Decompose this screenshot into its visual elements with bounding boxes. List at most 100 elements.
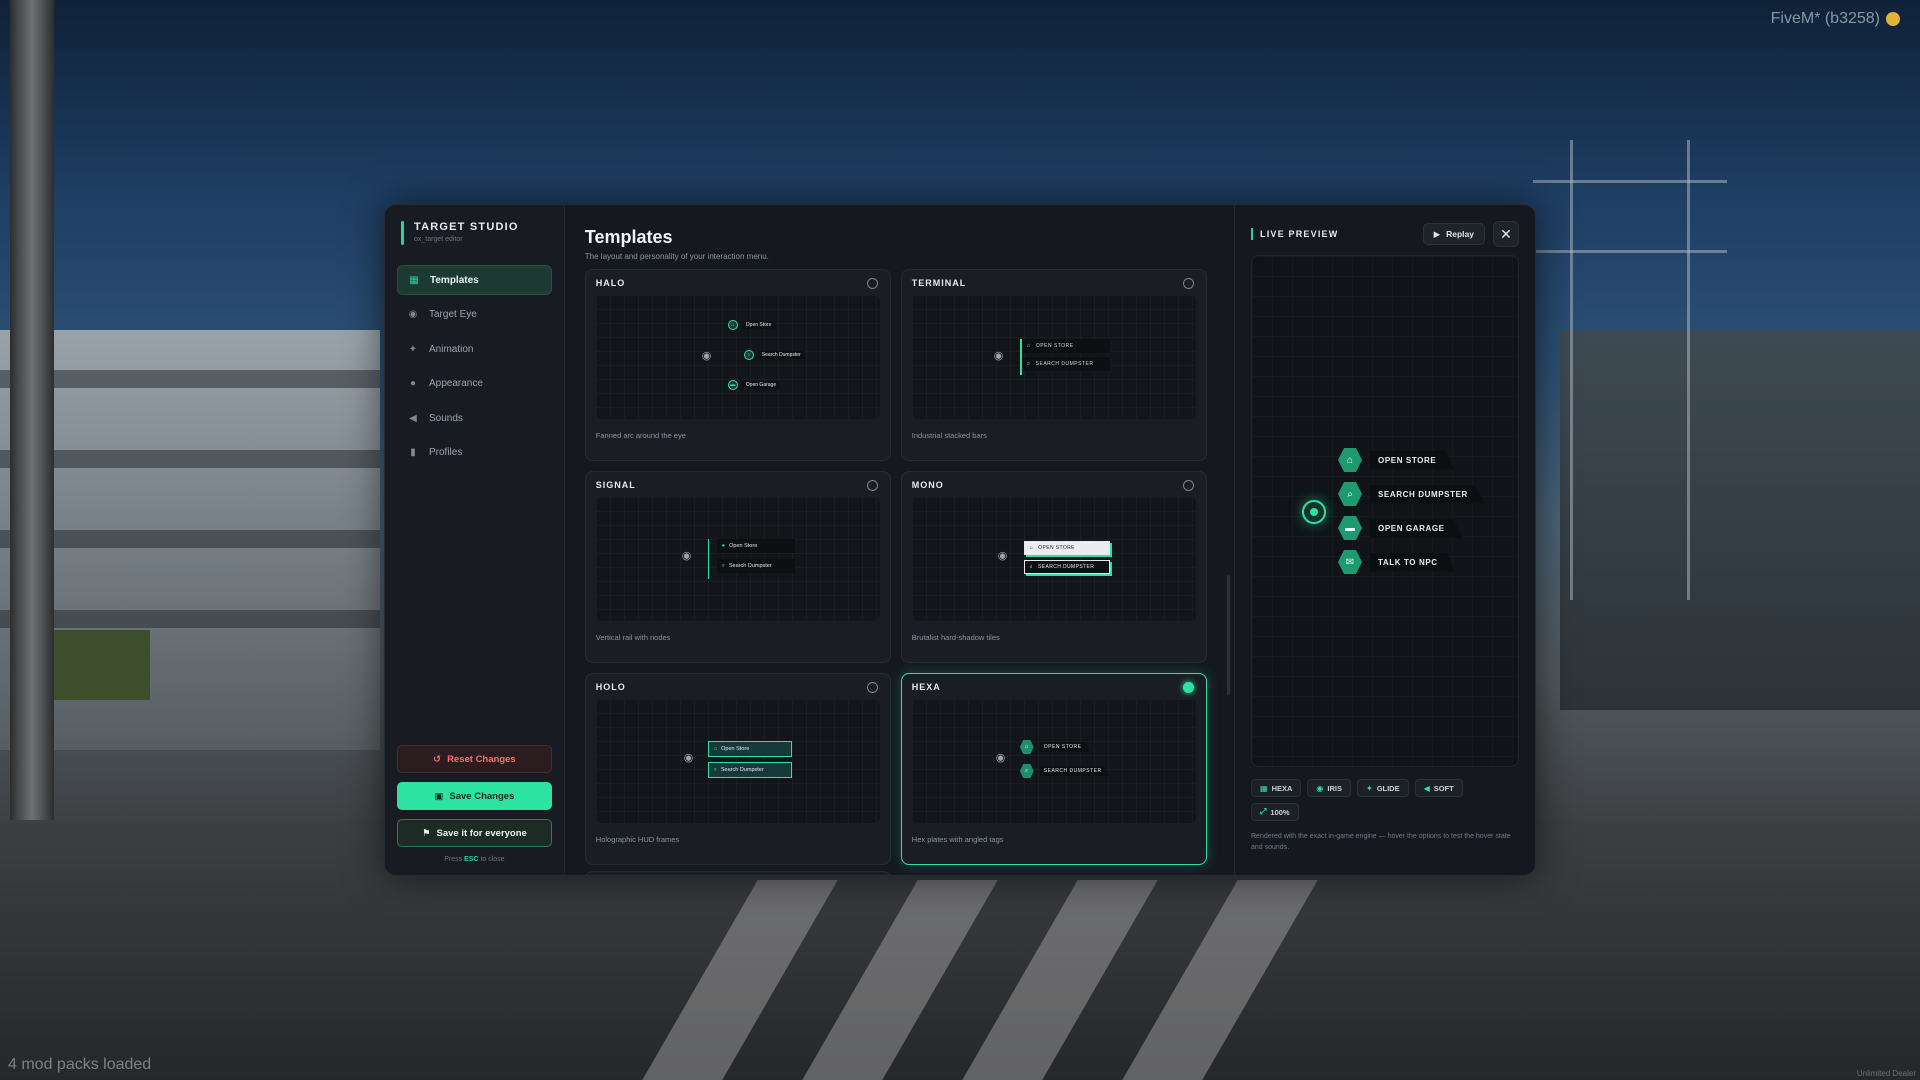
preview-note: Rendered with the exact in-game engine —… [1251,833,1511,852]
template-radio[interactable] [1182,480,1194,491]
grid-icon: ▦ [1260,783,1268,793]
sidebar-item-label: Sounds [429,412,463,424]
palette-icon: ● [409,378,417,389]
preview-stage: ⌂ OPEN STORE ⌕ SEARCH DUMPSTER ▬ OPEN GA… [1251,255,1519,767]
card-name: HALO [595,278,626,288]
template-radio[interactable] [866,278,878,289]
option-label: OPEN STORE [1035,343,1074,349]
preview-option: ⌕ SEARCH DUMPSTER [1019,763,1110,779]
chip-scale[interactable]: ⤢ 100% [1251,803,1299,821]
eye-icon: ◉ [997,550,1008,562]
search-icon: ⌕ [1026,360,1031,367]
store-icon: ⌂ [1029,545,1034,551]
replay-label: Replay [1446,229,1474,239]
chip-template[interactable]: ▦ HEXA [1251,779,1302,797]
sidebar-item-templates[interactable]: ▦ Templates [397,265,552,295]
option-label: OPEN STORE [1038,545,1075,551]
chip-label: HEXA [1271,783,1293,793]
store-icon: ⌂ [713,746,718,752]
hexa-plates: ⌂ OPEN STORE ⌕ SEARCH DUMPSTER [1019,739,1110,787]
preview-option-open-garage[interactable]: ▬ OPEN GARAGE [1338,516,1463,540]
template-preview: ◉ ⌂ OPEN STORE ⌕ SEARCH DUMPSTER [911,497,1196,621]
preview-option: ▬ Open Garage [727,380,781,390]
everyone-label: Save it for everyone [436,827,527,839]
eye-icon: ◉ [1316,783,1324,793]
replay-button[interactable]: ▶ Replay [1422,223,1485,245]
chip-animation[interactable]: ✦ GLIDE [1356,779,1409,797]
card-name: TERMINAL [911,278,967,288]
template-radio-selected[interactable] [1182,682,1194,693]
terminal-stack: ⌂ OPEN STORE ⌕ SEARCH DUMPSTER [1019,339,1110,375]
reset-changes-button[interactable]: ↺ Reset Changes [397,745,552,773]
reset-label: Reset Changes [447,753,516,765]
esc-hint: Press ESC to close [397,856,552,863]
page-title: Templates [584,227,673,247]
brand-accent-bar [401,221,404,245]
option-label: Open Store [729,543,758,549]
sidebar-item-label: Templates [430,274,479,286]
card-description: Industrial stacked bars [911,431,987,440]
sidebar-item-label: Appearance [429,378,483,389]
chip-label: 100% [1270,807,1290,817]
template-card-holo[interactable]: HOLO ◉ ⌂ Open Store ⌕ Search Dumpster Holo… [584,673,891,865]
templates-scrollbar[interactable] [1227,575,1230,695]
preview-accent-bar [1251,228,1253,240]
chip-sound[interactable]: ◀ SOFT [1414,779,1463,797]
eye-icon: ◉ [993,350,1004,362]
fivem-badge: FiveM* (b3258) [1771,10,1900,28]
chip-eye[interactable]: ◉ IRIS [1307,779,1351,797]
close-icon: ✕ [1500,225,1512,242]
preview-option-open-store[interactable]: ⌂ OPEN STORE [1338,448,1455,472]
sidebar-item-sounds[interactable]: ◀ Sounds [397,403,552,433]
preview-title-text: LIVE PREVIEW [1260,229,1339,239]
card-description: Vertical rail with nodes [595,633,671,642]
card-description: Hex plates with angled tags [911,835,1004,844]
option-label: Open Garage [741,381,781,389]
car-icon: ▬ [727,380,738,390]
preview-option-search-dumpster[interactable]: ⌕ SEARCH DUMPSTER [1338,482,1486,506]
search-icon: ⌕ [713,766,717,773]
sidebar-item-target-eye[interactable]: ◉ Target Eye [397,300,552,330]
speaker-icon: ◀ [409,412,417,424]
template-card-hexa[interactable]: HEXA ◉ ⌂ OPEN STORE ⌕ SEARCH DUMPSTER Hex … [900,673,1207,865]
sidebar-item-label: Profiles [429,447,463,458]
preview-option: ⌂ OPEN STORE [1023,541,1110,555]
modpacks-status: 4 mod packs loaded [8,1056,152,1073]
resize-icon: ⤢ [1260,807,1267,816]
template-preview: ◉ ⌂ Open Store ⌕ Search Dumpster [595,699,880,823]
sidebar-item-profiles[interactable]: ▮ Profiles [397,438,552,468]
esc-suffix: to close [480,856,505,863]
eye-icon: ◉ [408,309,418,320]
template-radio[interactable] [1182,278,1194,289]
close-button[interactable]: ✕ [1493,221,1519,247]
save-changes-button[interactable]: ▣ Save Changes [397,782,552,810]
preview-option: ⌂ OPEN STORE [1021,339,1110,353]
preview-option: ⌂ OPEN STORE [1019,739,1110,755]
card-name: HEXA [911,682,941,692]
chat-icon: ✉ [1338,550,1362,574]
template-grid: HALO ◉ ⌂ Open Store ⌕ Search Dumpster ▬ … [584,269,1214,865]
save-for-everyone-button[interactable]: ⚑ Save it for everyone [397,819,552,847]
template-card-halo[interactable]: HALO ◉ ⌂ Open Store ⌕ Search Dumpster ▬ … [584,269,891,461]
live-preview-section: LIVE PREVIEW ▶ Replay ✕ ⌂ OPEN STORE ⌕ S… [1234,205,1535,875]
option-label: Search Dumpster [720,767,764,773]
chip-label: SOFT [1433,783,1454,793]
preview-option: ⌕ SEARCH DUMPSTER [1023,560,1110,574]
grid-icon: ▦ [409,274,419,286]
preview-option-talk-to-npc[interactable]: ✉ TALK TO NPC [1338,550,1456,574]
search-icon: ⌕ [1029,564,1033,570]
template-radio[interactable] [866,480,878,491]
template-radio[interactable] [866,682,878,693]
search-icon: ⌕ [721,562,725,569]
signal-rail: ● Open Store ⌕ Search Dumpster [707,539,795,579]
chip-label: IRIS [1327,783,1342,793]
sidebar-item-appearance[interactable]: ● Appearance [397,369,552,399]
esc-key: ESC [464,856,479,863]
option-label: OPEN STORE [1370,450,1455,470]
save-label: Save Changes [449,790,515,802]
page-subtitle: The layout and personality of your inter… [584,252,769,261]
template-card-terminal[interactable]: TERMINAL ◉ ⌂ OPEN STORE ⌕ SEARCH DUMPSTER … [900,269,1207,461]
template-card-signal[interactable]: SIGNAL ◉ ● Open Store ⌕ Search Dumpster Ve… [584,471,891,663]
sidebar-item-animation[interactable]: ✦ Animation [397,334,552,364]
template-card-mono[interactable]: MONO ◉ ⌂ OPEN STORE ⌕ SEARCH DUMPSTER Brut… [900,471,1207,663]
